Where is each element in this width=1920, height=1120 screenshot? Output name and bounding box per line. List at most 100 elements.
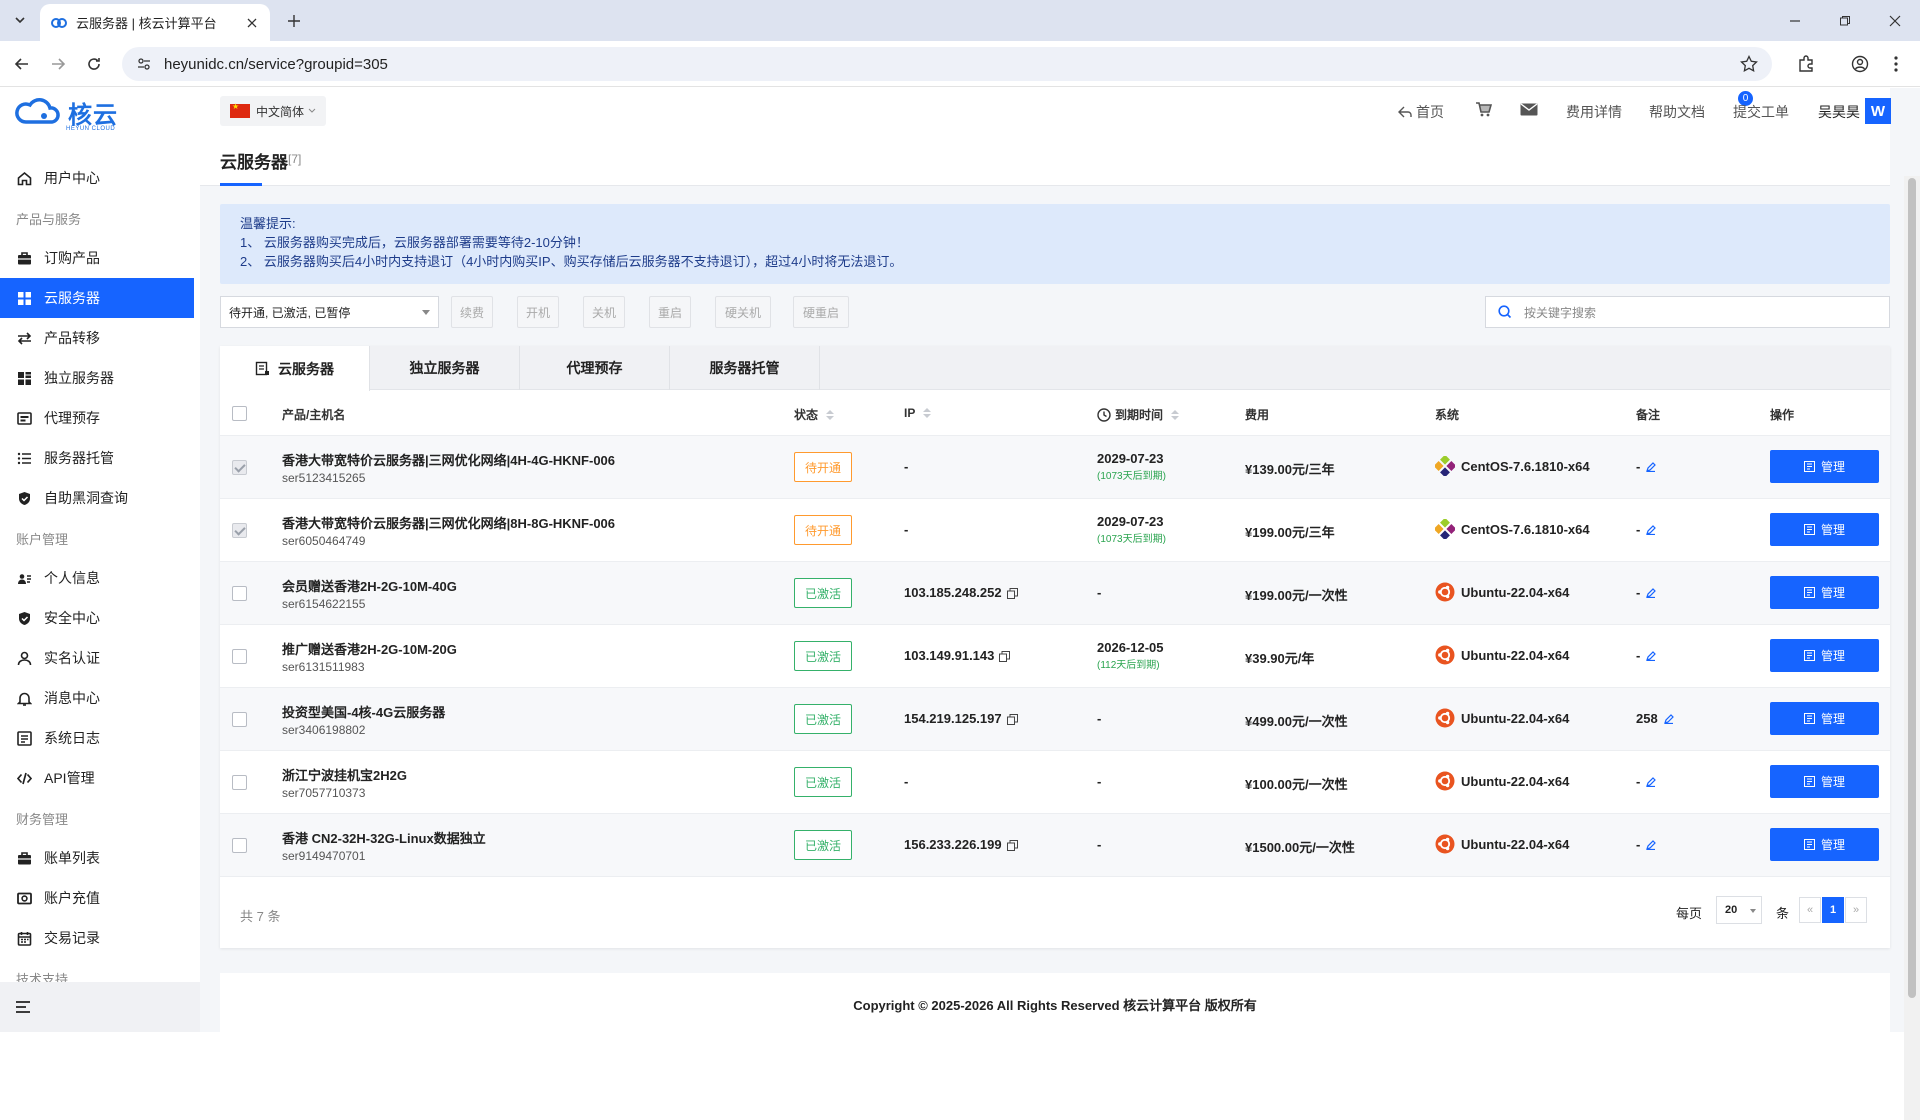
- help-docs-link[interactable]: 帮助文档: [1649, 102, 1705, 122]
- sidebar-item[interactable]: 安全中心: [0, 598, 200, 638]
- brand-logo[interactable]: 核云 HEYUN CLOUD: [14, 94, 118, 132]
- sidebar-item[interactable]: API管理: [0, 758, 200, 798]
- sidebar-item[interactable]: 云服务器: [0, 278, 194, 318]
- row-checkbox[interactable]: [232, 649, 247, 664]
- home-link[interactable]: 首页: [1398, 102, 1444, 122]
- col-ip[interactable]: IP: [904, 406, 932, 420]
- submit-ticket-link[interactable]: 提交工单: [1733, 102, 1789, 122]
- close-window-button[interactable]: [1870, 0, 1920, 41]
- col-status[interactable]: 状态: [794, 406, 835, 423]
- reload-button[interactable]: [82, 52, 106, 76]
- copy-icon[interactable]: [1002, 711, 1018, 726]
- sidebar-item[interactable]: 代理预存: [0, 398, 200, 438]
- power-on-button[interactable]: 开机: [517, 296, 559, 328]
- cart-button[interactable]: [1475, 101, 1492, 117]
- row-checkbox[interactable]: [232, 775, 247, 790]
- manage-button[interactable]: 管理: [1770, 765, 1879, 798]
- manage-button[interactable]: 管理: [1770, 576, 1879, 609]
- sidebar-item[interactable]: 交易记录: [0, 918, 200, 958]
- product-name[interactable]: 会员赠送香港2H-2G-10M-40G: [282, 576, 457, 595]
- renew-button[interactable]: 续费: [451, 296, 493, 328]
- col-expire[interactable]: 到期时间: [1097, 406, 1180, 423]
- product-name[interactable]: 推广赠送香港2H-2G-10M-20G: [282, 639, 457, 658]
- copy-icon[interactable]: [1002, 585, 1018, 600]
- tab-cloud-server[interactable]: 云服务器: [220, 346, 370, 391]
- hard-power-off-button[interactable]: 硬关机: [715, 296, 771, 328]
- manage-button[interactable]: 管理: [1770, 450, 1879, 483]
- power-off-button[interactable]: 关机: [583, 296, 625, 328]
- sidebar-item[interactable]: 账单列表: [0, 838, 200, 878]
- sidebar-item[interactable]: 实名认证: [0, 638, 200, 678]
- status-filter-select[interactable]: 待开通, 已激活, 已暂停: [220, 296, 439, 328]
- avatar[interactable]: W: [1865, 98, 1891, 124]
- row-checkbox[interactable]: [232, 838, 247, 853]
- edit-icon[interactable]: [1640, 461, 1657, 472]
- edit-icon[interactable]: [1640, 524, 1657, 535]
- search-input[interactable]: 按关键字搜索: [1485, 296, 1890, 328]
- browser-menu-button[interactable]: [1884, 52, 1908, 76]
- sidebar-item-label: 账户充值: [44, 890, 100, 906]
- fee: ¥139.00元/三年: [1245, 462, 1335, 477]
- manage-button[interactable]: 管理: [1770, 828, 1879, 861]
- row-checkbox[interactable]: [232, 586, 247, 601]
- sidebar-item[interactable]: 消息中心: [0, 678, 200, 718]
- manage-button[interactable]: 管理: [1770, 639, 1879, 672]
- row-checkbox[interactable]: [232, 460, 247, 475]
- new-tab-button[interactable]: [282, 9, 306, 33]
- close-tab-icon[interactable]: [244, 15, 260, 31]
- sidebar-item[interactable]: 自助黑洞查询: [0, 478, 200, 518]
- reboot-button[interactable]: 重启: [649, 296, 691, 328]
- note-cell: -: [1636, 837, 1657, 852]
- sidebar-item[interactable]: 产品转移: [0, 318, 200, 358]
- select-all-checkbox[interactable]: [232, 406, 247, 421]
- minimize-button[interactable]: [1770, 0, 1820, 41]
- sidebar-item[interactable]: 用户中心: [0, 158, 200, 198]
- user-name[interactable]: 吴昊昊: [1818, 102, 1860, 122]
- hard-reboot-button[interactable]: 硬重启: [793, 296, 849, 328]
- edit-icon[interactable]: [1640, 839, 1657, 850]
- scrollbar[interactable]: [1904, 176, 1920, 1120]
- profile-button[interactable]: [1848, 52, 1872, 76]
- product-name[interactable]: 香港大带宽特价云服务器|三网优化网络|8H-8G-HKNF-006: [282, 513, 615, 532]
- product-name[interactable]: 投资型美国-4核-4G云服务器: [282, 702, 445, 721]
- sidebar-item[interactable]: 账户充值: [0, 878, 200, 918]
- copy-icon[interactable]: [1002, 837, 1018, 852]
- sidebar-item[interactable]: 系统日志: [0, 718, 200, 758]
- browser-tab[interactable]: 云服务器 | 核云计算平台: [40, 4, 270, 41]
- product-name[interactable]: 浙江宁波挂机宝2H2G: [282, 765, 407, 784]
- edit-icon[interactable]: [1640, 776, 1657, 787]
- page-1-button[interactable]: 1: [1822, 897, 1844, 923]
- edit-icon[interactable]: [1640, 587, 1657, 598]
- url-field[interactable]: heyunidc.cn/service?groupid=305: [122, 47, 1772, 81]
- extensions-button[interactable]: [1794, 52, 1818, 76]
- product-name[interactable]: 香港 CN2-32H-32G-Linux数据独立: [282, 828, 486, 847]
- tab-dedicated-server[interactable]: 独立服务器: [370, 346, 520, 390]
- edit-icon[interactable]: [1640, 650, 1657, 661]
- tab-agent-prepaid[interactable]: 代理预存: [520, 346, 670, 390]
- sidebar-item[interactable]: 独立服务器: [0, 358, 200, 398]
- edit-icon[interactable]: [1658, 713, 1674, 724]
- tab-search-button[interactable]: [8, 8, 32, 32]
- language-selector[interactable]: 中文简体: [220, 96, 327, 126]
- restore-button[interactable]: [1820, 0, 1870, 41]
- messages-button[interactable]: [1520, 103, 1538, 116]
- sidebar-item[interactable]: 个人信息: [0, 558, 200, 598]
- sidebar-collapse-button[interactable]: [0, 982, 200, 1032]
- page-size-select[interactable]: 20: [1716, 896, 1762, 924]
- back-button[interactable]: [10, 52, 34, 76]
- product-name[interactable]: 香港大带宽特价云服务器|三网优化网络|4H-4G-HKNF-006: [282, 450, 615, 469]
- fee-details-link[interactable]: 费用详情: [1566, 102, 1622, 122]
- forward-button[interactable]: [46, 52, 70, 76]
- sidebar-item[interactable]: 服务器托管: [0, 438, 200, 478]
- row-checkbox[interactable]: [232, 712, 247, 727]
- next-page-button[interactable]: »: [1845, 897, 1867, 923]
- table-row: 香港大带宽特价云服务器|三网优化网络|4H-4G-HKNF-006 ser5123…: [220, 436, 1890, 499]
- sidebar-item[interactable]: 订购产品: [0, 238, 200, 278]
- manage-button[interactable]: 管理: [1770, 702, 1879, 735]
- manage-button[interactable]: 管理: [1770, 513, 1879, 546]
- copy-icon[interactable]: [994, 648, 1011, 663]
- prev-page-button[interactable]: «: [1799, 897, 1821, 923]
- tab-server-hosting[interactable]: 服务器托管: [670, 346, 820, 390]
- cash-icon: [16, 890, 32, 906]
- row-checkbox[interactable]: [232, 523, 247, 538]
